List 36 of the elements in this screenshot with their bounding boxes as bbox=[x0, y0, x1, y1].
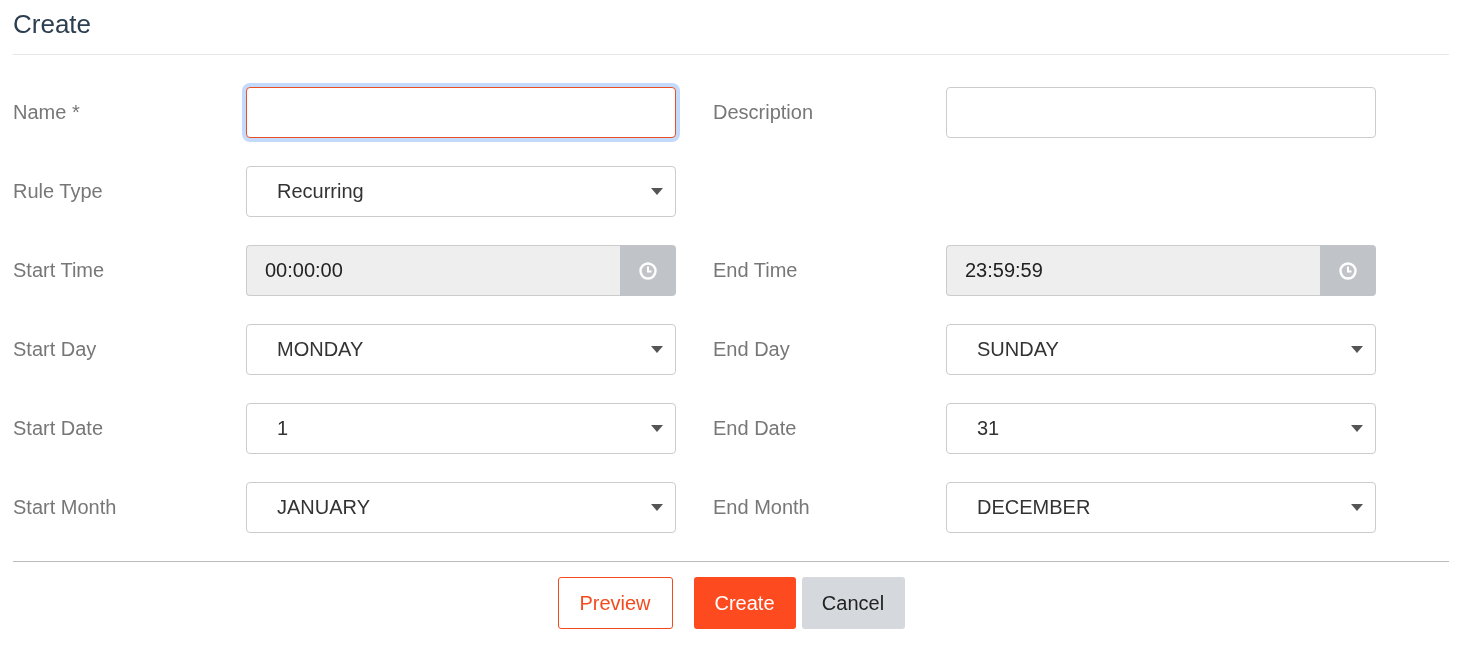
field-label: End Month bbox=[713, 496, 811, 519]
dropdown-caret-icon bbox=[651, 188, 663, 195]
dropdown-select[interactable]: Recurring bbox=[246, 166, 676, 217]
dropdown-select[interactable]: DECEMBER bbox=[946, 482, 1376, 533]
dropdown-select[interactable]: JANUARY bbox=[246, 482, 676, 533]
field-label: Start Day bbox=[13, 338, 98, 361]
preview-button[interactable]: Preview bbox=[557, 577, 673, 629]
time-input[interactable]: 00:00:00 bbox=[246, 245, 620, 296]
time-input[interactable]: 23:59:59 bbox=[946, 245, 1320, 296]
field-label: Start Month bbox=[13, 496, 118, 519]
time-picker-button[interactable] bbox=[1320, 245, 1376, 296]
clock-icon bbox=[1339, 261, 1357, 280]
field-label: End Date bbox=[713, 417, 798, 440]
field-label: Start Time bbox=[13, 259, 106, 282]
dropdown-select[interactable]: MONDAY bbox=[246, 324, 676, 375]
clock-icon bbox=[639, 261, 657, 280]
field-label: Rule Type bbox=[13, 180, 104, 203]
field-label: End Time bbox=[713, 259, 799, 282]
dropdown-caret-icon bbox=[1351, 425, 1363, 432]
dropdown-caret-icon bbox=[1351, 504, 1363, 511]
field-label: Start Date bbox=[13, 417, 105, 440]
dropdown-caret-icon bbox=[1351, 346, 1363, 353]
dropdown-select[interactable]: 1 bbox=[246, 403, 676, 454]
dropdown-caret-icon bbox=[651, 504, 663, 511]
dropdown-select[interactable]: SUNDAY bbox=[946, 324, 1376, 375]
dropdown-caret-icon bbox=[651, 425, 663, 432]
text-input[interactable] bbox=[946, 87, 1376, 138]
field-label: Name * bbox=[13, 101, 81, 124]
cancel-button[interactable]: Cancel bbox=[801, 577, 905, 629]
time-picker-button[interactable] bbox=[620, 245, 676, 296]
field-label: End Day bbox=[713, 338, 791, 361]
text-input[interactable] bbox=[246, 87, 676, 138]
field-label: Description bbox=[713, 101, 815, 124]
page-title: Create bbox=[13, 0, 1449, 55]
dropdown-select[interactable]: 31 bbox=[946, 403, 1376, 454]
dropdown-caret-icon bbox=[651, 346, 663, 353]
